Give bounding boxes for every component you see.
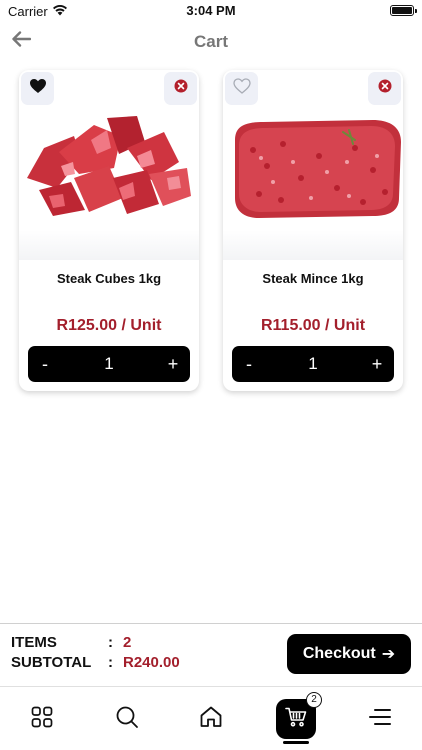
favorite-button[interactable] [21,72,54,105]
menu-icon [369,708,391,731]
separator: : [108,634,113,651]
close-circle-icon [174,79,188,98]
remove-item-button[interactable] [164,72,197,105]
cart-icon [285,707,307,732]
image-fade [19,230,199,260]
decrease-quantity-button[interactable]: - [234,346,264,382]
close-circle-icon [378,79,392,98]
search-icon [115,705,139,734]
grid-icon [31,706,53,733]
quantity-value: 1 [104,354,114,373]
product-name: Steak Cubes 1kg [56,271,162,286]
items-label: ITEMS [11,634,57,651]
heart-filled-icon [29,78,47,99]
heart-outline-icon [232,78,251,99]
cart-count-badge: 2 [306,692,322,708]
divider [0,623,422,624]
quantity-stepper: - 1 + [28,346,190,382]
tab-search[interactable] [107,699,147,739]
items-count: 2 [123,634,132,651]
cart-item-card[interactable]: Steak Mince 1kg R115.00 / Unit - 1 + [223,70,403,391]
tab-bar: 2 [0,687,422,750]
checkout-label: Checkout [302,645,376,662]
subtotal-value: R240.00 [123,654,180,671]
tab-menu[interactable] [360,699,400,739]
navigation-bar: Cart [0,22,422,62]
active-tab-indicator [283,741,309,744]
product-price: R125.00 / Unit [56,317,162,334]
favorite-button[interactable] [225,72,258,105]
image-fade [223,230,403,260]
tab-cart[interactable]: 2 [276,692,322,739]
cart-item-card[interactable]: Steak Cubes 1kg R125.00 / Unit - 1 + [19,70,199,391]
tab-home[interactable] [191,699,231,739]
arrow-right-icon: ➔ [381,646,396,663]
product-name: Steak Mince 1kg [262,271,364,286]
home-icon [199,705,223,734]
increase-quantity-button[interactable]: + [362,346,392,382]
quantity-value: 1 [308,354,318,373]
separator: : [108,654,113,671]
status-time: 3:04 PM [186,3,236,18]
decrease-quantity-button[interactable]: - [30,346,60,382]
page-title: Cart [193,32,228,51]
increase-quantity-button[interactable]: + [158,346,188,382]
product-price: R115.00 / Unit [260,317,366,334]
checkout-button[interactable]: Checkout ➔ [287,634,411,674]
status-bar: Carrier 3:04 PM [0,0,422,22]
battery-icon [390,5,417,16]
quantity-stepper: - 1 + [232,346,394,382]
remove-item-button[interactable] [368,72,401,105]
cart-screen: Carrier 3:04 PM Cart Steak Cubes 1kg R12… [0,0,422,750]
subtotal-label: SUBTOTAL [11,654,92,671]
tab-categories[interactable] [22,699,62,739]
